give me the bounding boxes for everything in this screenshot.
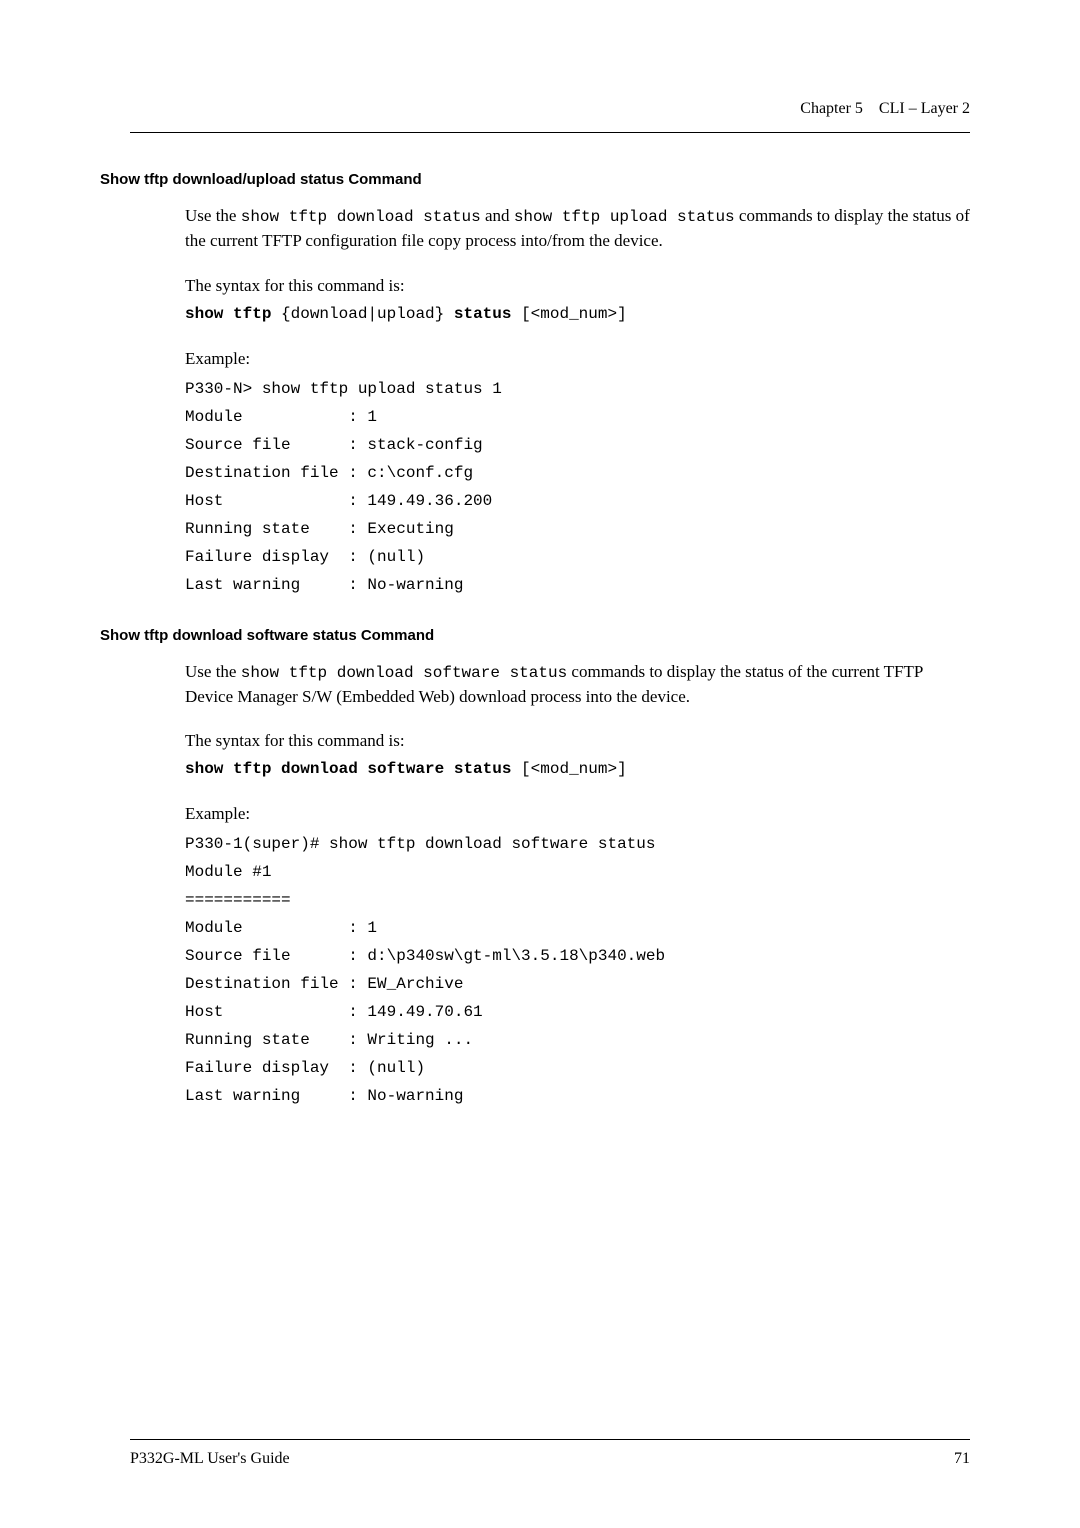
syntax2-bold1: show tftp download software status — [185, 760, 511, 778]
intro-text-pre: Use the — [185, 206, 241, 225]
footer-page-number: 71 — [954, 1450, 970, 1468]
section2-intro: Use the show tftp download software stat… — [185, 660, 970, 710]
section1-syntax-label: The syntax for this command is: — [185, 276, 970, 296]
section2-syntax-label: The syntax for this command is: — [185, 731, 970, 751]
intro2-code: show tftp download software status — [241, 664, 567, 682]
syntax-bold2: status — [454, 305, 512, 323]
syntax-bold1: show tftp — [185, 305, 271, 323]
section1-example-label: Example: — [185, 349, 970, 369]
page-header: Chapter 5 CLI – Layer 2 — [130, 100, 970, 118]
syntax-plain2: [<mod_num>] — [511, 305, 626, 323]
footer-divider — [130, 1439, 970, 1440]
section1-intro: Use the show tftp download status and sh… — [185, 204, 970, 254]
section1-title: Show tftp download/upload status Command — [100, 171, 970, 188]
section1-example-code: P330-N> show tftp upload status 1 Module… — [185, 375, 970, 599]
intro-code1: show tftp download status — [241, 208, 481, 226]
section2-title: Show tftp download software status Comma… — [100, 627, 970, 644]
intro-code2: show tftp upload status — [514, 208, 735, 226]
syntax2-plain1: [<mod_num>] — [511, 760, 626, 778]
page-footer: P332G-ML User's Guide 71 — [130, 1439, 970, 1468]
syntax-plain1: {download|upload} — [271, 305, 453, 323]
section1-syntax-code: show tftp {download|upload} status [<mod… — [185, 302, 970, 327]
section2-syntax-code: show tftp download software status [<mod… — [185, 757, 970, 782]
header-divider — [130, 132, 970, 133]
chapter-subtitle: CLI – Layer 2 — [879, 100, 970, 117]
footer-left: P332G-ML User's Guide — [130, 1450, 290, 1468]
section2-example-code: P330-1(super)# show tftp download softwa… — [185, 830, 970, 1110]
chapter-label: Chapter 5 — [800, 100, 863, 117]
intro2-text-pre: Use the — [185, 662, 241, 681]
intro-text-mid: and — [481, 206, 514, 225]
section2-example-label: Example: — [185, 804, 970, 824]
